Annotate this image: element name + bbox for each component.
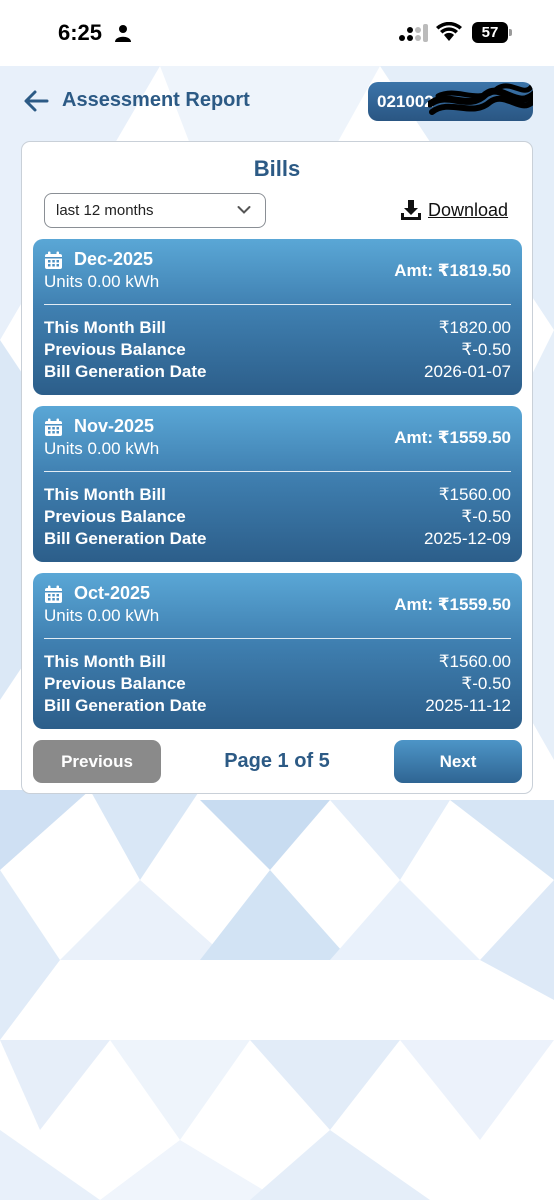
bill-card[interactable]: Oct-2025 Units 0.00 kWh Amt: ₹1559.50 Th… [33, 573, 522, 729]
bill-card[interactable]: Nov-2025 Units 0.00 kWh Amt: ₹1559.50 Th… [33, 406, 522, 562]
bill-amount: Amt: ₹1559.50 [394, 595, 511, 614]
bill-month: Nov-2025 [74, 416, 155, 436]
bill-generation-date-row: Bill Generation Date 2026-01-07 [44, 362, 511, 384]
bill-generation-date-row: Bill Generation Date 2025-12-09 [44, 529, 511, 551]
bill-generation-date-label: Bill Generation Date [44, 362, 207, 381]
this-month-bill-value: ₹1560.00 [438, 652, 511, 671]
redaction-scribble [428, 83, 533, 115]
bill-generation-date-value: 2026-01-07 [424, 362, 511, 381]
bill-divider [44, 304, 511, 305]
calendar-icon [45, 418, 62, 436]
battery-indicator: 57 [472, 22, 512, 43]
person-icon [115, 25, 131, 42]
this-month-bill-row: This Month Bill ₹1560.00 [44, 485, 511, 507]
this-month-bill-value: ₹1820.00 [438, 318, 511, 337]
signal-icon [399, 24, 428, 42]
bill-units: Units 0.00 kWh [44, 439, 160, 458]
back-arrow-icon[interactable] [22, 87, 50, 115]
previous-balance-row: Previous Balance ₹-0.50 [44, 674, 511, 696]
bill-generation-date-label: Bill Generation Date [44, 529, 207, 548]
period-filter-select[interactable]: last 12 months [44, 193, 266, 228]
status-time: 6:25 [58, 20, 103, 45]
calendar-icon [45, 585, 62, 603]
this-month-bill-value: ₹1560.00 [438, 485, 511, 504]
previous-balance-value: ₹-0.50 [461, 674, 511, 693]
bill-month: Oct-2025 [74, 583, 151, 603]
previous-balance-label: Previous Balance [44, 340, 186, 359]
previous-balance-row: Previous Balance ₹-0.50 [44, 340, 511, 362]
bills-title: Bills [253, 156, 301, 181]
download-icon [401, 200, 421, 220]
battery-cap [509, 29, 512, 36]
previous-button[interactable]: Previous [33, 740, 161, 783]
calendar-icon [45, 251, 62, 269]
bill-units: Units 0.00 kWh [44, 606, 160, 625]
download-label: Download [428, 200, 509, 220]
account-number: 021002 [377, 92, 434, 111]
this-month-bill-label: This Month Bill [44, 652, 166, 671]
bill-generation-date-label: Bill Generation Date [44, 696, 207, 715]
period-filter-value: last 12 months [56, 202, 154, 219]
account-number-badge: 021002 [368, 82, 533, 121]
previous-balance-label: Previous Balance [44, 674, 186, 693]
bills-card: Bills last 12 months Download Dec-2025 U… [21, 141, 533, 794]
this-month-bill-row: This Month Bill ₹1820.00 [44, 318, 511, 340]
bill-card[interactable]: Dec-2025 Units 0.00 kWh Amt: ₹1819.50 Th… [33, 239, 522, 395]
page-title: Assessment Report [62, 89, 250, 111]
bill-amount: Amt: ₹1819.50 [394, 261, 511, 280]
bill-divider [44, 638, 511, 639]
this-month-bill-row: This Month Bill ₹1560.00 [44, 652, 511, 674]
previous-balance-value: ₹-0.50 [461, 340, 511, 359]
bill-generation-date-row: Bill Generation Date 2025-11-12 [44, 696, 511, 718]
bill-generation-date-value: 2025-11-12 [425, 696, 511, 715]
previous-balance-label: Previous Balance [44, 507, 186, 526]
this-month-bill-label: This Month Bill [44, 318, 166, 337]
app-header: Assessment Report 021002 [0, 78, 554, 124]
page-indicator: Page 1 of 5 [224, 750, 330, 772]
bill-month: Dec-2025 [74, 249, 154, 269]
bill-divider [44, 471, 511, 472]
wifi-icon [436, 22, 462, 41]
next-button[interactable]: Next [394, 740, 522, 783]
battery-level: 57 [472, 22, 508, 43]
status-bar: 6:25 57 [0, 0, 554, 66]
bill-amount: Amt: ₹1559.50 [394, 428, 511, 447]
previous-balance-row: Previous Balance ₹-0.50 [44, 507, 511, 529]
bill-generation-date-value: 2025-12-09 [424, 529, 511, 548]
previous-balance-value: ₹-0.50 [461, 507, 511, 526]
chevron-down-icon [237, 206, 251, 214]
bill-units: Units 0.00 kWh [44, 272, 160, 291]
this-month-bill-label: This Month Bill [44, 485, 166, 504]
